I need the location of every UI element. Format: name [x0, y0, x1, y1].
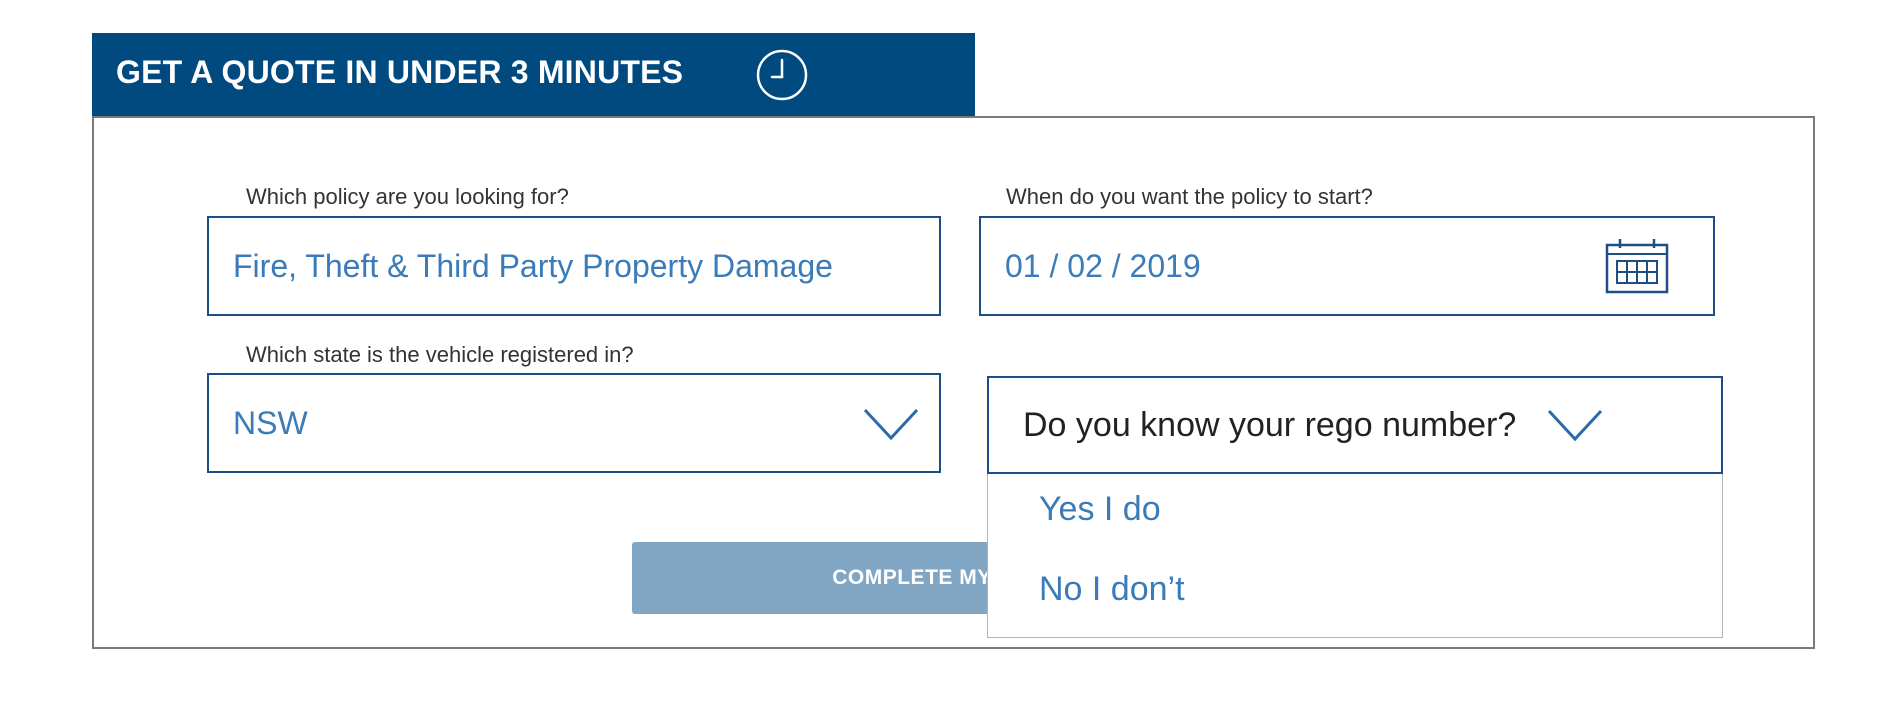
policy-label: Which policy are you looking for?	[246, 184, 569, 209]
rego-option-yes[interactable]: Yes I do	[1039, 490, 1161, 529]
policy-value: Fire, Theft & Third Party Property Damag…	[233, 247, 833, 284]
state-value: NSW	[233, 404, 308, 441]
clock-icon	[756, 49, 808, 101]
rego-select[interactable]: Do you know your rego number?	[987, 376, 1723, 474]
start-date-label: When do you want the policy to start?	[1006, 184, 1373, 209]
calendar-icon[interactable]	[1605, 238, 1669, 294]
rego-prompt: Do you know your rego number?	[1023, 405, 1517, 444]
chevron-down-icon[interactable]	[863, 407, 919, 441]
start-date-value: 01 / 02 / 2019	[1005, 247, 1201, 284]
state-select[interactable]: NSW	[207, 373, 941, 473]
state-label: Which state is the vehicle registered in…	[246, 342, 634, 367]
policy-select[interactable]: Fire, Theft & Third Party Property Damag…	[207, 216, 941, 316]
start-date-field[interactable]: 01 / 02 / 2019	[979, 216, 1715, 316]
rego-dropdown-menu: Yes I do No I don’t	[987, 474, 1723, 638]
quote-widget: GET A QUOTE IN UNDER 3 MINUTES Which pol…	[0, 0, 1904, 721]
quote-header: GET A QUOTE IN UNDER 3 MINUTES	[92, 33, 975, 117]
rego-option-no[interactable]: No I don’t	[1039, 570, 1185, 609]
complete-quote-button-label: COMPLETE MY	[832, 566, 992, 589]
header-title: GET A QUOTE IN UNDER 3 MINUTES	[116, 54, 684, 90]
chevron-down-icon[interactable]	[1547, 408, 1603, 442]
